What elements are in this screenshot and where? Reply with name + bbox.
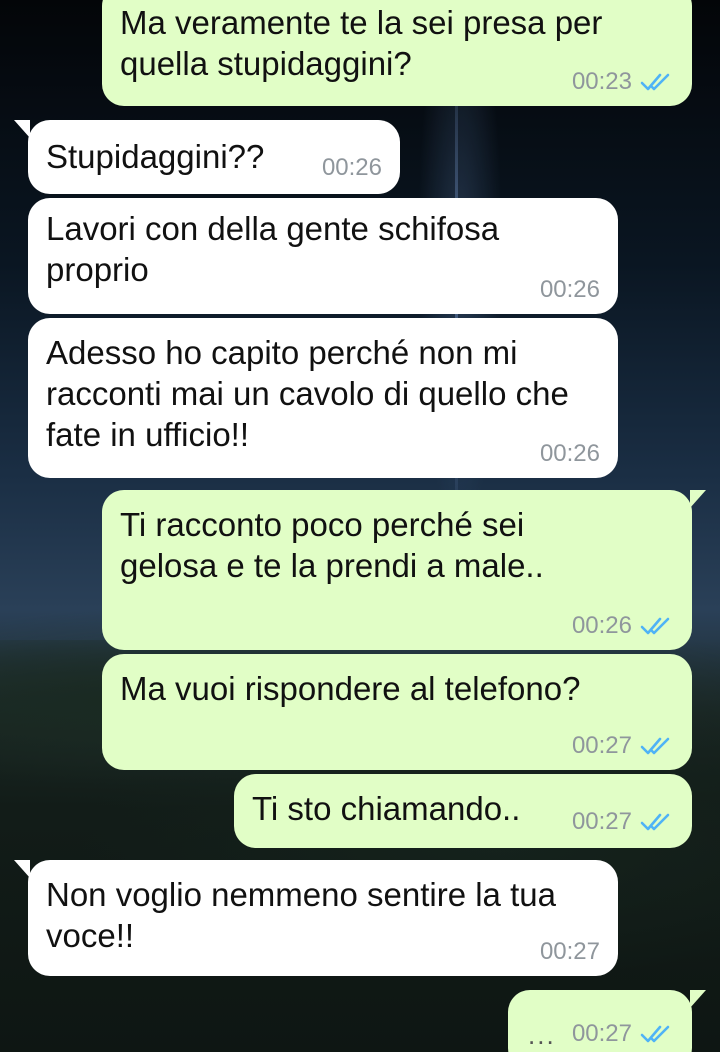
- message-time: 00:27: [571, 1020, 632, 1047]
- message-text: Adesso ho capito perché non mi racconti …: [46, 334, 569, 453]
- message-meta: 00:27: [572, 808, 674, 836]
- message-bubble-outgoing[interactable]: Ma vuoi rispondere al telefono? 00:27: [102, 654, 692, 770]
- message-bubble-outgoing[interactable]: ... 00:27: [508, 990, 706, 1052]
- message-bubble-outgoing[interactable]: Ma veramente te la sei presa per quella …: [102, 0, 692, 106]
- message-time: 00:26: [539, 440, 600, 467]
- message-time: 00:23: [571, 68, 632, 95]
- message-bubble-incoming[interactable]: Adesso ho capito perché non mi racconti …: [28, 318, 618, 478]
- message-time: 00:27: [539, 938, 600, 965]
- message-meta: 00:26: [540, 276, 600, 304]
- message-text: Ma vuoi rispondere al telefono?: [120, 670, 581, 707]
- double-check-icon: [640, 1025, 670, 1043]
- message-text: ...: [528, 1020, 556, 1050]
- message-meta: 00:26: [322, 154, 382, 182]
- message-time: 00:26: [539, 276, 600, 303]
- message-meta: 00:26: [572, 612, 674, 640]
- message-meta: 00:27: [572, 732, 674, 760]
- message-bubble-outgoing[interactable]: Ti sto chiamando.. 00:27: [234, 774, 692, 848]
- message-meta: 00:27: [540, 938, 600, 966]
- message-text: Non voglio nemmeno sentire la tua voce!!: [46, 876, 556, 954]
- message-bubble-outgoing[interactable]: Ti racconto poco perché sei gelosa e te …: [102, 490, 706, 650]
- message-time: 00:26: [571, 612, 632, 639]
- message-text: Ti racconto poco perché sei gelosa e te …: [120, 506, 544, 584]
- message-time: 00:27: [571, 808, 632, 835]
- message-meta: 00:23: [572, 68, 674, 96]
- double-check-icon: [640, 73, 670, 91]
- double-check-icon: [640, 737, 670, 755]
- message-meta: 00:27: [572, 1020, 674, 1048]
- message-bubble-incoming[interactable]: Lavori con della gente schifosa proprio …: [28, 198, 618, 314]
- double-check-icon: [640, 617, 670, 635]
- message-bubble-incoming[interactable]: Stupidaggini?? 00:26: [14, 120, 400, 194]
- message-time: 00:26: [321, 154, 382, 181]
- message-bubble-incoming[interactable]: Non voglio nemmeno sentire la tua voce!!…: [14, 860, 618, 976]
- message-meta: 00:26: [540, 440, 600, 468]
- message-text: Lavori con della gente schifosa proprio: [46, 210, 500, 288]
- double-check-icon: [640, 813, 670, 831]
- message-time: 00:27: [571, 732, 632, 759]
- message-text: Ma veramente te la sei presa per quella …: [120, 4, 603, 82]
